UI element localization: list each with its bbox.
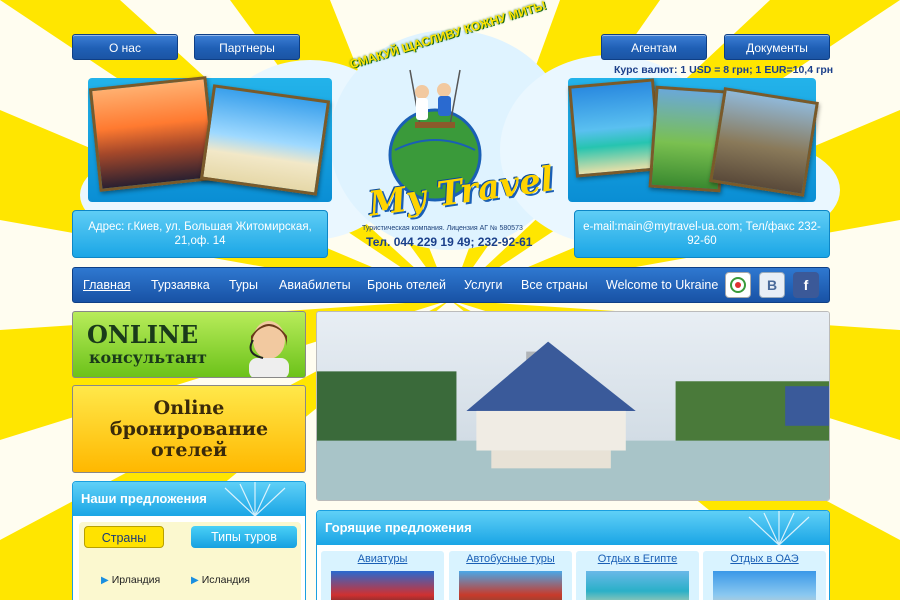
- sun-decor-icon: [224, 482, 286, 516]
- play-arrow-icon: ▶: [191, 575, 199, 586]
- country-label: Исландия: [201, 574, 250, 586]
- hot-offer-card[interactable]: Отдых в Египте: [576, 551, 699, 600]
- sun-decor-icon: [748, 511, 810, 545]
- online-consultant-banner[interactable]: ONLINE консультант: [72, 311, 306, 378]
- nav-item-tours[interactable]: Туры: [229, 278, 258, 292]
- wreath-icon: [730, 277, 746, 293]
- main-nav: Главная Турзаявка Туры Авиабилеты Бронь …: [72, 267, 830, 303]
- hotel-booking-line3: отелей: [150, 439, 228, 461]
- tab-tour-types[interactable]: Типы туров: [191, 526, 297, 548]
- hot-offer-thumbnail: [331, 571, 434, 600]
- hot-offer-link[interactable]: Отдых в ОАЭ: [703, 553, 826, 565]
- exchange-rate: Курс валют: 1 USD = 8 грн; 1 EUR=10,4 гр…: [614, 64, 834, 76]
- online-consultant-title: ONLINE: [87, 320, 199, 349]
- nav-item-welcome-ukraine[interactable]: Welcome to Ukraine: [606, 278, 718, 292]
- headset-operator-icon: [249, 321, 289, 377]
- hot-offer-link[interactable]: Отдых в Египте: [576, 553, 699, 565]
- vk-icon[interactable]: B: [759, 272, 785, 298]
- nav-item-all-countries[interactable]: Все страны: [521, 278, 588, 292]
- hotel-booking-line2: бронирование: [109, 418, 269, 440]
- hot-offer-card[interactable]: Отдых в ОАЭ: [703, 551, 826, 600]
- offers-content: Страны Типы туров ▶Ирландия ▶Исландия ▶ …: [79, 522, 301, 600]
- online-consultant-subtitle: консультант: [89, 348, 207, 367]
- partners-button[interactable]: Партнеры: [194, 34, 300, 60]
- about-button[interactable]: О нас: [72, 34, 178, 60]
- nav-item-services[interactable]: Услуги: [464, 278, 502, 292]
- facebook-icon[interactable]: f: [793, 272, 819, 298]
- hot-offer-thumbnail: [459, 571, 562, 600]
- address-box: Адрес: г.Киев, ул. Большая Житомирская, …: [72, 210, 328, 258]
- address-text: Адрес: г.Киев, ул. Большая Житомирская, …: [88, 221, 312, 247]
- country-label: Ирландия: [111, 574, 161, 586]
- featured-temple-photo[interactable]: [316, 311, 830, 501]
- documents-button[interactable]: Документы: [724, 34, 830, 60]
- play-arrow-icon: ▶: [101, 575, 109, 586]
- hot-offer-card[interactable]: Автобусные туры: [449, 551, 572, 600]
- our-offers-panel: Наши предложения Страны Типы туров ▶ Ирла…: [72, 481, 306, 600]
- nav-item-air-tickets[interactable]: Авиабилеты: [279, 278, 351, 292]
- hotel-booking-line1: Online: [153, 397, 225, 419]
- photo-ruins-elephant: [709, 87, 819, 197]
- photo-beach-umbrella: [199, 84, 331, 196]
- tab-countries[interactable]: Страны: [84, 526, 164, 548]
- contacts-text: e-mail:main@mytravel-ua.com; Тел/факс 23…: [583, 221, 821, 247]
- phone-number: Тел. 044 229 19 49; 232-92-61: [366, 235, 533, 249]
- hot-offer-link[interactable]: Автобусные туры: [449, 553, 572, 565]
- hotel-booking-banner[interactable]: Online бронирование отелей: [72, 385, 306, 473]
- nav-item-tour-request[interactable]: Турзаявка: [151, 278, 210, 292]
- hot-offer-card[interactable]: Авиатуры: [321, 551, 444, 600]
- country-ireland[interactable]: ▶ Ирландия: [101, 574, 160, 586]
- country-iceland[interactable]: ▶ Исландия: [191, 574, 250, 586]
- hot-offer-link[interactable]: Авиатуры: [321, 553, 444, 565]
- nav-item-home[interactable]: Главная: [83, 278, 131, 292]
- contacts-box: e-mail:main@mytravel-ua.com; Тел/факс 23…: [574, 210, 830, 258]
- hot-offer-thumbnail: [586, 571, 689, 600]
- ukraine-emblem-icon[interactable]: [725, 272, 751, 298]
- agents-button[interactable]: Агентам: [601, 34, 707, 60]
- license-text: Туристическая компания. Лицензия АГ № 58…: [362, 225, 523, 232]
- hot-offer-thumbnail: [713, 571, 816, 600]
- nav-item-hotel-booking[interactable]: Бронь отелей: [367, 278, 446, 292]
- hot-offers-panel: Горящие предложения Авиатуры Автобусные …: [316, 510, 830, 600]
- photo-couple-sunset: [88, 76, 218, 192]
- photo-tropical-island: [568, 78, 662, 178]
